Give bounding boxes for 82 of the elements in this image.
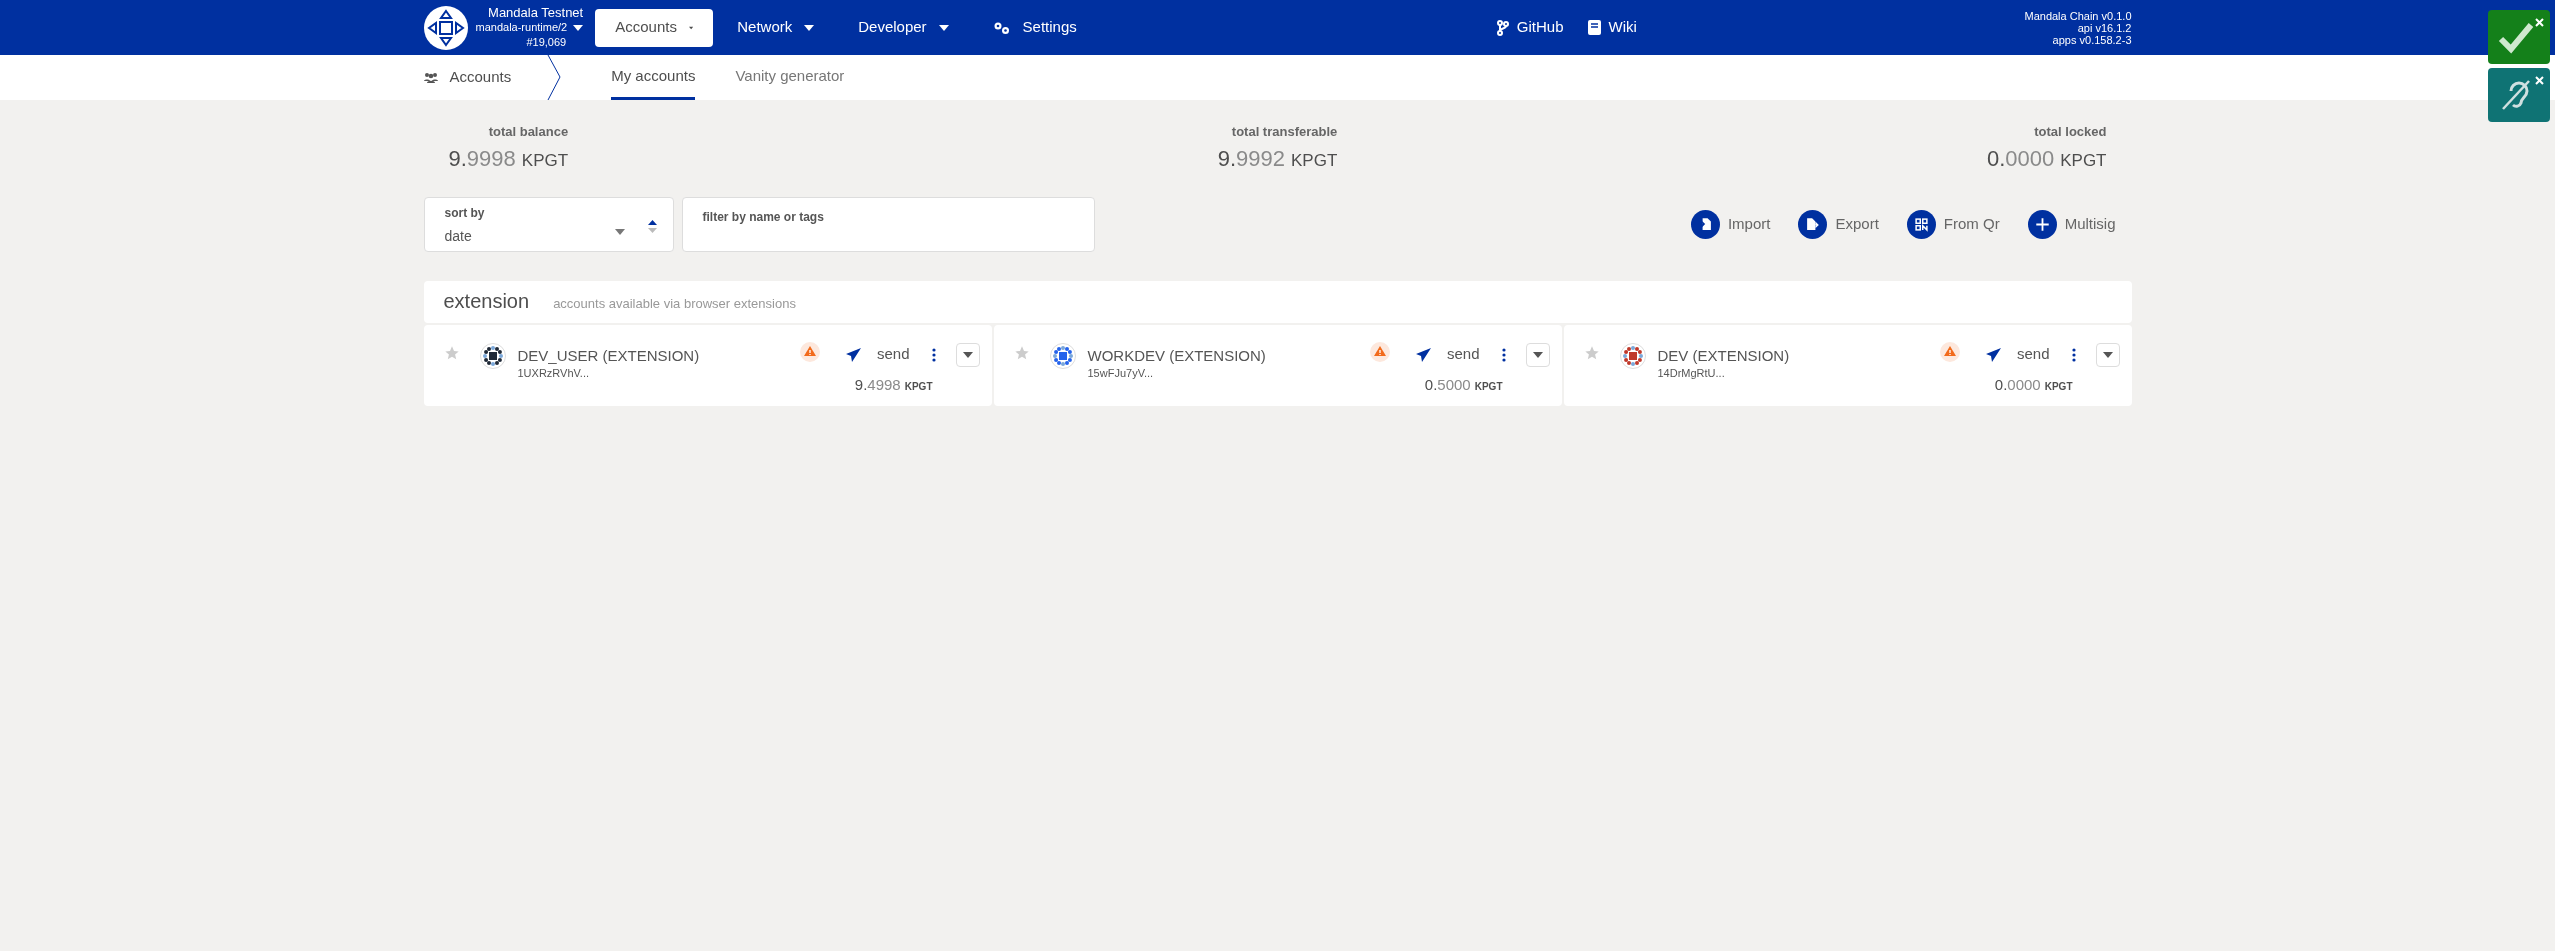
logo-icon[interactable] <box>423 5 468 50</box>
caret-icon <box>1532 351 1543 358</box>
caret-icon <box>573 24 584 31</box>
account-name: WORKDEV (EXTENSION) <box>1087 346 1266 365</box>
account-name: DEV_USER (EXTENSION) <box>517 346 700 365</box>
expand-button[interactable] <box>2095 342 2120 367</box>
sort-dropdown[interactable]: sort by date <box>423 196 674 252</box>
field-label: filter by name or tags <box>702 209 824 224</box>
field-label: sort by <box>444 204 486 222</box>
expand-button[interactable] <box>955 342 980 367</box>
chain-name: Mandala Testnet <box>488 5 584 20</box>
send-icon <box>1985 347 2001 362</box>
send-button[interactable]: send <box>1985 343 2050 366</box>
version-text: api v16.1.2 <box>2077 21 2132 34</box>
import-icon <box>1690 209 1720 239</box>
hearing-button[interactable] <box>2488 68 2550 122</box>
balance-value: 9.9992 KPGT <box>1217 144 1338 173</box>
caret-icon <box>2102 351 2113 358</box>
version-text: apps v0.158.2-3 <box>2052 33 2132 46</box>
export-icon <box>1798 209 1828 239</box>
gears-icon <box>992 20 1011 35</box>
account-address: 14DrMgRtU... <box>1657 365 1726 381</box>
star-icon[interactable] <box>1013 344 1030 361</box>
check-button[interactable] <box>2488 10 2550 64</box>
caret-icon <box>804 24 815 31</box>
book-icon <box>1587 20 1601 35</box>
nav-tab[interactable]: Settings <box>972 8 1097 47</box>
action-button[interactable]: Multisig <box>2027 209 2116 239</box>
account-balance: 0.5000 KPGT <box>1424 375 1503 393</box>
more-icon[interactable] <box>931 347 936 362</box>
people-icon <box>423 72 438 83</box>
group-subtitle: accounts available via browser extensions <box>553 295 796 313</box>
summary-label: total balance <box>488 123 569 141</box>
balance-value: 9.9998 KPGT <box>448 144 569 173</box>
account-address: 15wFJu7yV... <box>1087 365 1155 381</box>
more-icon[interactable] <box>2071 347 2076 362</box>
send-button[interactable]: send <box>845 343 910 366</box>
nav-tab[interactable]: Accounts <box>595 8 714 47</box>
account-name: DEV (EXTENSION) <box>1657 346 1790 365</box>
account-address: 1UXRzRVhV... <box>517 365 591 381</box>
caret-icon <box>938 24 949 31</box>
block-number: #19,069 <box>526 35 567 50</box>
filter-field[interactable]: filter by name or tags <box>681 196 1095 252</box>
caret-icon <box>614 228 625 235</box>
send-icon <box>1415 347 1431 362</box>
qr-code-icon <box>1906 209 1936 239</box>
nav-tab[interactable]: Network <box>717 8 835 47</box>
branch-icon <box>1496 19 1509 36</box>
warning-icon <box>1369 341 1390 362</box>
balance-value: 0.0000 KPGT <box>1986 144 2107 173</box>
warning-icon <box>1939 341 1960 362</box>
more-icon[interactable] <box>1501 347 1506 362</box>
caret-icon <box>688 24 694 31</box>
runtime-version: mandala-runtime/2 <box>475 20 568 35</box>
identicon <box>1049 342 1076 369</box>
page-tab[interactable]: My accounts <box>611 55 696 100</box>
version-text: Mandala Chain v0.1.0 <box>2024 9 2132 22</box>
action-button[interactable]: Import <box>1690 209 1771 239</box>
star-icon[interactable] <box>1583 344 1600 361</box>
section-title: Accounts <box>449 67 512 88</box>
nav-tab[interactable]: Developer <box>838 8 969 47</box>
header-link[interactable]: GitHub <box>1496 16 1564 39</box>
page-tab[interactable]: Vanity generator <box>735 55 845 100</box>
action-button[interactable]: From Qr <box>1906 209 2000 239</box>
send-icon <box>845 347 861 362</box>
expand-button[interactable] <box>1525 342 1550 367</box>
header-link[interactable]: Wiki <box>1587 16 1637 39</box>
action-button[interactable]: Export <box>1798 209 1879 239</box>
warning-icon <box>799 341 820 362</box>
group-title: extension <box>443 288 530 314</box>
account-balance: 0.0000 KPGT <box>1994 375 2073 393</box>
field-value: date <box>444 226 472 246</box>
summary-label: total transferable <box>1231 123 1338 141</box>
identicon <box>479 342 506 369</box>
account-balance: 9.4998 KPGT <box>854 375 933 393</box>
sort-order-icon[interactable] <box>647 219 657 233</box>
plus-icon <box>2027 209 2057 239</box>
caret-icon <box>962 351 973 358</box>
identicon <box>1619 342 1646 369</box>
send-button[interactable]: send <box>1415 343 1480 366</box>
star-icon[interactable] <box>443 344 460 361</box>
summary-label: total locked <box>2034 123 2107 141</box>
